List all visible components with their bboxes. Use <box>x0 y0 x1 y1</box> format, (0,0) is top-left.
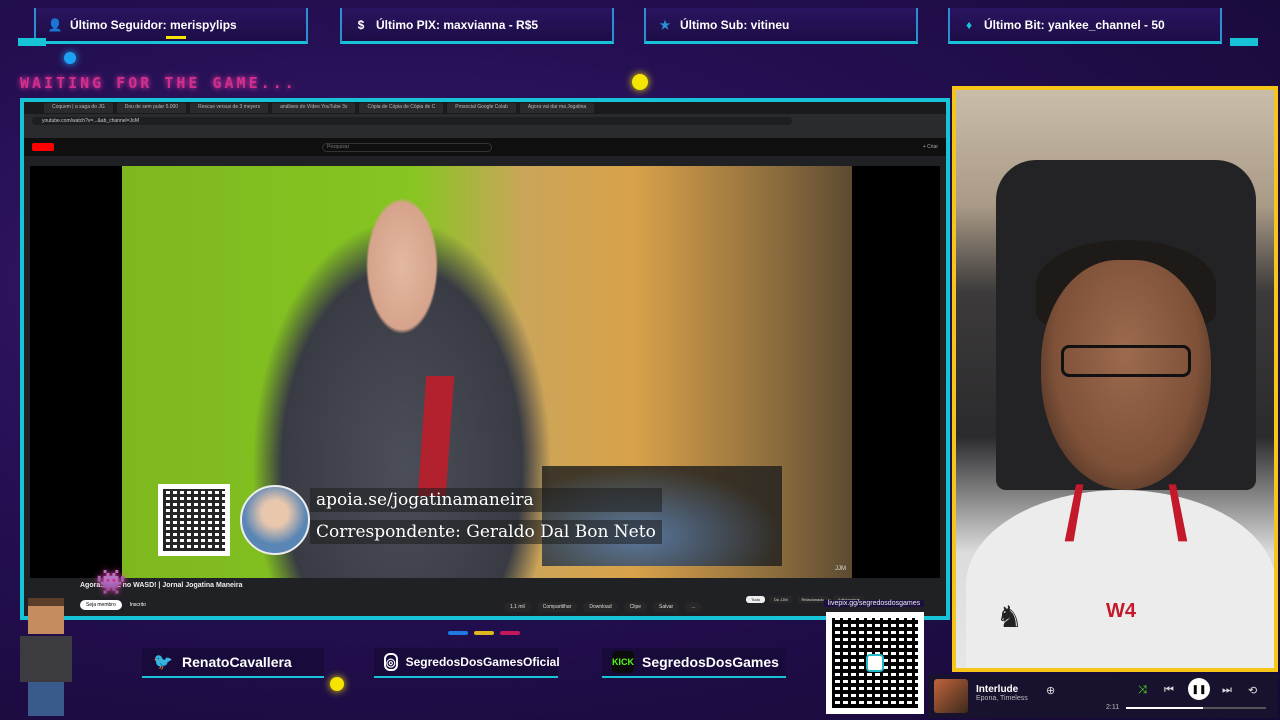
video-watermark: JJM <box>835 566 846 572</box>
waiting-for-game-text: WAITING FOR THE GAME... <box>20 74 297 92</box>
last-sub-alert: ★ Último Sub: vitineu <box>644 8 918 44</box>
shirt-sponsor-logo: W4 <box>1106 600 1136 622</box>
video-player[interactable]: apoia.se/jogatinamaneira Correspondente:… <box>30 166 940 578</box>
twitter-handle: 🐦 RenatoCavallera <box>142 648 324 678</box>
add-to-library-icon[interactable]: ⊕ <box>1046 684 1055 697</box>
browser-tab-strip: Coquem | a saga do JG Dou de sem pular 5… <box>24 102 946 114</box>
browser-tab[interactable]: Prosocial Google Colab <box>447 103 516 113</box>
streamer-glasses <box>1061 345 1191 377</box>
qr-code-small <box>158 484 230 556</box>
youtube-header: Pesquisar + Criar <box>24 138 946 156</box>
browser-tab[interactable]: Dou de sem pular 5.000 <box>116 103 187 113</box>
last-pix-alert: $ Último PIX: maxvianna - R$5 <box>340 8 614 44</box>
video-actions: 1,1 mil Compartilhar Download Clipe Salv… <box>504 602 702 612</box>
last-follower-text: Último Seguidor: merispylips <box>70 17 237 32</box>
last-bit-text: Último Bit: yankee_channel - 50 <box>984 17 1165 32</box>
twitter-name: RenatoCavallera <box>182 654 292 670</box>
track-progress-bar[interactable] <box>1126 707 1266 709</box>
save-button[interactable]: Salvar <box>653 602 680 612</box>
livepix-url: livepix.gg/segredosdosgames <box>824 600 924 607</box>
download-button[interactable]: Download <box>583 602 618 612</box>
shirt-collar <box>1064 484 1188 542</box>
last-bit-alert: ♦ Último Bit: yankee_channel - 50 <box>948 8 1222 44</box>
track-title: Interlude <box>976 684 1019 695</box>
youtube-search-input[interactable]: Pesquisar <box>322 142 492 152</box>
decor-yellow-dot <box>632 74 648 90</box>
instagram-handle: ◎ SegredosDosGamesOficial <box>374 648 560 678</box>
chip-from-channel[interactable]: Do JJM <box>768 596 793 603</box>
apoia-link-text: apoia.se/jogatinamaneira <box>310 488 662 512</box>
dollar-icon: $ <box>357 17 365 32</box>
chip-all[interactable]: Tudo <box>746 596 765 603</box>
kick-name: SegredosDosGames <box>642 654 779 670</box>
pause-button[interactable]: ❚❚ <box>1188 678 1210 700</box>
last-pix-text: Último PIX: maxvianna - R$5 <box>376 17 539 32</box>
address-bar-row: youtube.com/watch?v=...&ab_channel=JoM <box>24 114 946 128</box>
twitter-icon: 🐦 <box>153 654 173 671</box>
url-field[interactable]: youtube.com/watch?v=...&ab_channel=JoM <box>32 117 792 125</box>
kick-icon: KICK <box>612 651 634 673</box>
last-sub-text: Último Sub: vitineu <box>680 17 790 32</box>
album-cover <box>934 679 968 713</box>
pixel-character <box>6 592 88 718</box>
decor-blue-dot <box>64 52 76 64</box>
subscribed-button[interactable]: Inscrito <box>130 602 146 608</box>
repeat-icon[interactable]: ⟲ <box>1248 684 1257 697</box>
correspondent-avatar <box>240 485 310 555</box>
shirt-mascot-icon: ♞ <box>996 601 1023 634</box>
music-player: Interlude Epona, Timeless ⊕ ⤨ ⏮ ❚❚ ⏭ ⟲ 2… <box>928 674 1278 718</box>
led-indicators <box>448 631 520 635</box>
alert-accent <box>166 36 186 39</box>
track-artist: Epona, Timeless <box>976 695 1028 702</box>
space-invader-icon: 👾 <box>96 569 126 596</box>
browser-tab[interactable]: Coquem | a saga do JG <box>44 103 113 113</box>
clip-button[interactable]: Clipe <box>623 602 648 612</box>
decor-yellow-dot <box>330 677 344 691</box>
instagram-name: SegredosDosGamesOficial <box>405 655 560 669</box>
correspondent-text: Correspondente: Geraldo Dal Bon Neto <box>310 520 662 544</box>
browser-tab[interactable]: análises do Vídeo YouTube 3x <box>272 103 356 113</box>
next-track-icon[interactable]: ⏭ <box>1222 684 1232 697</box>
user-icon: 👤 <box>47 17 63 32</box>
channel-row: Seja membro Inscrito <box>80 600 146 610</box>
youtube-logo-icon[interactable] <box>32 143 54 151</box>
bookmarks-bar <box>24 128 946 138</box>
corner-tab-left <box>18 38 46 46</box>
create-button[interactable]: + Criar <box>923 144 938 150</box>
corner-tab-right <box>1230 38 1258 46</box>
like-button[interactable]: 1,1 mil <box>504 602 531 612</box>
diamond-icon: ♦ <box>965 17 973 32</box>
lower-third: apoia.se/jogatinamaneira Correspondente:… <box>158 484 662 556</box>
video-frame: apoia.se/jogatinamaneira Correspondente:… <box>122 166 852 578</box>
browser-tab[interactable]: Rescue versus de 3 meyers <box>190 103 269 113</box>
webcam-feed: W4 ♞ <box>952 86 1278 672</box>
browser-tab[interactable]: Cópia de Cópia de Cópia de C <box>359 103 444 113</box>
kick-handle: KICK SegredosDosGames <box>602 648 786 678</box>
livepix-logo-icon <box>866 654 884 672</box>
browser-tab-active[interactable]: Agora vai dar ma Jogatina <box>519 103 595 113</box>
shuffle-icon[interactable]: ⤨ <box>1138 684 1147 697</box>
share-button[interactable]: Compartilhar <box>536 602 578 612</box>
track-time: 2:11 <box>1106 704 1120 711</box>
instagram-icon: ◎ <box>384 653 398 671</box>
last-follower-alert: 👤 Último Seguidor: merispylips <box>34 8 308 44</box>
previous-track-icon[interactable]: ⏮ <box>1164 684 1174 697</box>
more-actions-button[interactable]: ... <box>685 602 702 612</box>
livepix-qr-code <box>826 612 924 714</box>
browser-capture: Coquem | a saga do JG Dou de sem pular 5… <box>20 98 950 620</box>
star-icon: ★ <box>659 17 671 32</box>
